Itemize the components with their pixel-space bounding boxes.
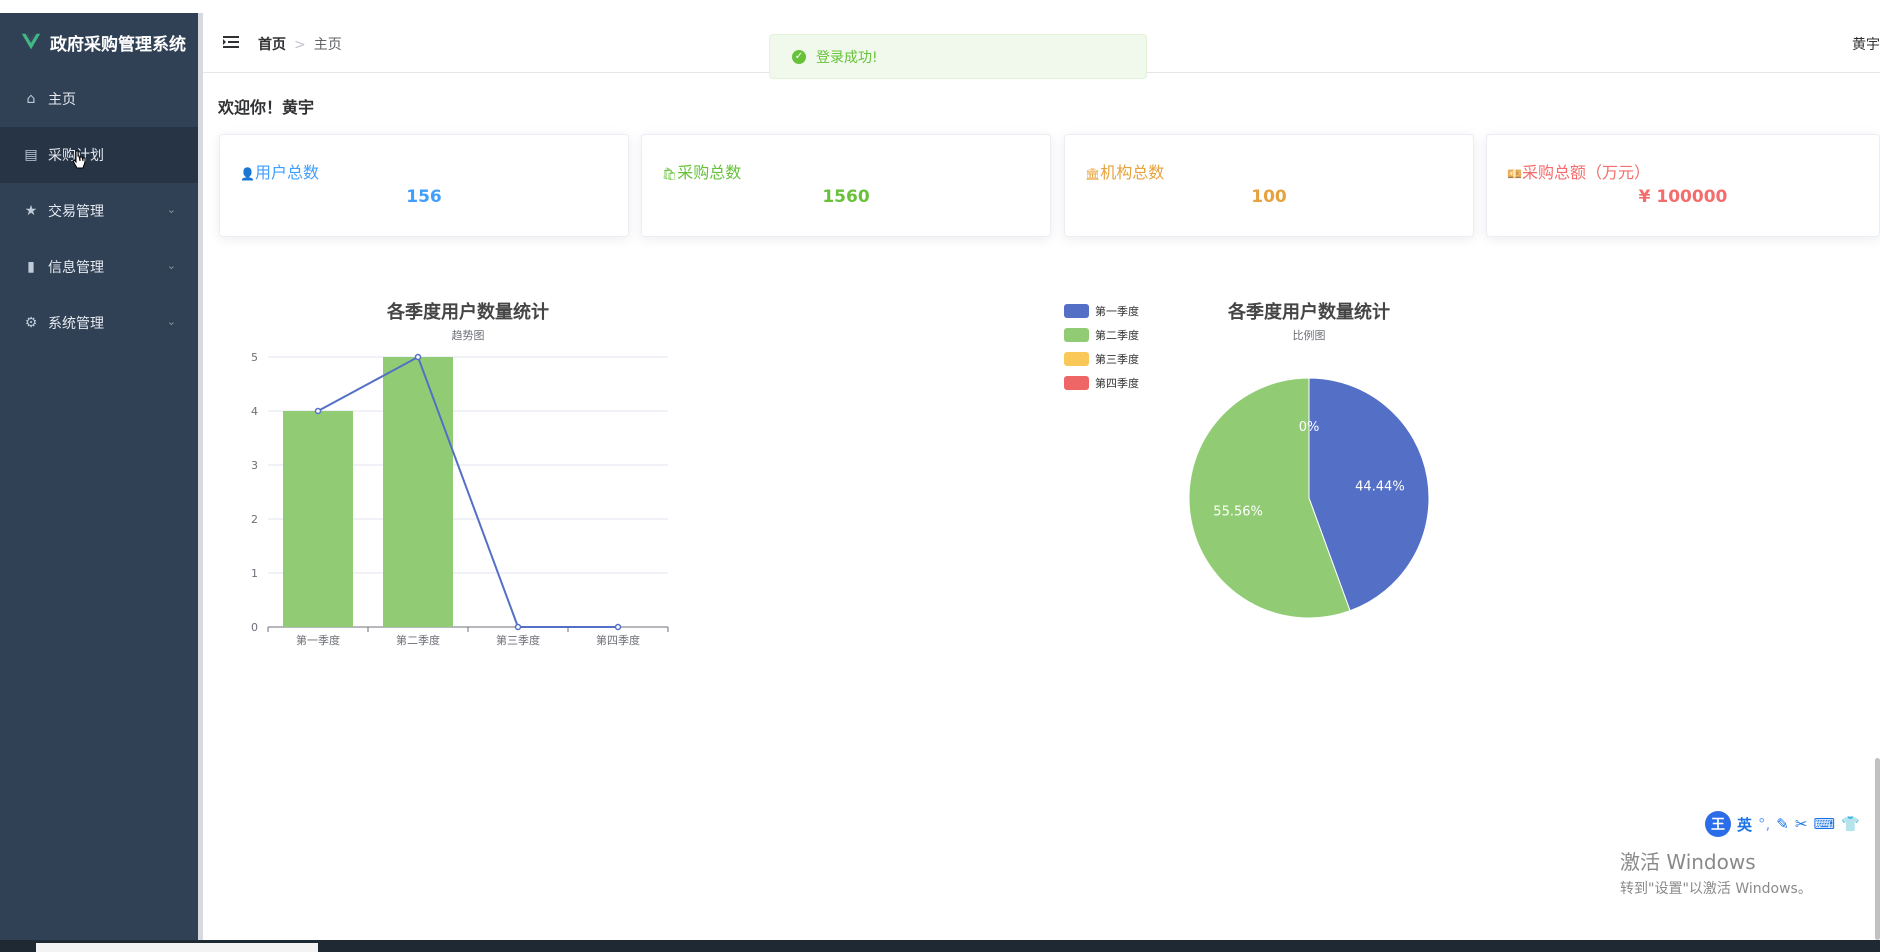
welcome-text: 欢迎你！黄宇 [218,98,315,117]
taskbar-search[interactable] [36,943,318,952]
bar [283,411,353,627]
bank-icon: 🏛 [1085,167,1101,181]
chevron-down-icon: ⌄ [166,203,176,216]
pie-chart: 第一季度第二季度第三季度第四季度 各季度用户数量统计比例图 44.44% 55.56%… [1064,301,1430,619]
y-tick-label: 4 [251,405,258,418]
vue-logo-icon [21,33,41,50]
ime-language[interactable]: 英 [1737,814,1752,835]
money-icon: 💴 [1507,167,1522,181]
home-icon: ⌂ [26,91,36,107]
login-success-toast: ✓ 登录成功! [769,34,1147,79]
windows-activation-watermark: 激活 Windows 转到"设置"以激活 Windows。 [1620,846,1812,898]
stat-card-value: 1560 [822,187,870,207]
user-icon: 👤 [240,167,255,181]
legend-label: 第二季度 [1095,328,1139,342]
bar-line-chart: 各季度用户数量统计趋势图 0 1 2 3 4 5 第一季度 第二季度 第三季度 第四季度 [251,301,669,647]
breadcrumb-home[interactable]: 首页 [258,37,286,53]
pie-label: 0% [1299,420,1320,435]
bar [383,357,453,627]
gear-icon: ⚙ [24,315,38,331]
sidebar-item-label: 交易管理 [48,204,104,220]
stat-card-value: 156 [406,187,442,207]
breadcrumb-current: 主页 [313,37,342,53]
stat-card-label: 采购总额（万元） [1521,163,1650,182]
bar-chart-icon: ▮ [27,259,35,275]
legend-swatch [1064,304,1089,318]
skin-icon[interactable]: 👕 [1841,815,1860,833]
y-tick-label: 5 [251,351,258,364]
line-point [414,353,422,361]
sidebar-item-2[interactable]: ★ 交易管理 ⌄ [0,183,198,239]
keyboard-icon[interactable]: ⌨ [1813,815,1835,833]
sidebar-item-label: 信息管理 [48,260,104,276]
y-tick-label: 0 [251,621,258,634]
chart-title: 各季度用户数量统计 [386,301,549,323]
stat-card-label: 采购总数 [677,163,742,182]
y-tick-label: 2 [251,513,258,526]
legend-swatch [1064,376,1089,390]
document-icon: ▤ [24,147,38,163]
line-point [514,623,522,631]
watermark-line2: 转到"设置"以激活 Windows。 [1620,881,1812,897]
y-tick-label: 3 [251,459,258,472]
x-tick-label: 第四季度 [596,633,640,647]
line-point [614,623,622,631]
user-name[interactable]: 黄宇 [1852,34,1880,54]
legend-swatch [1064,352,1089,366]
pie-label: 44.44% [1355,479,1405,494]
chevron-down-icon: ⌄ [166,315,176,328]
stat-card-value: ¥ 100000 [1638,187,1728,207]
browser-top-strip [0,0,1880,14]
pen-icon[interactable]: ✎ [1776,815,1789,833]
app-title: 政府采购管理系统 [50,34,186,55]
scissors-icon[interactable]: ✂ [1795,815,1808,833]
toast-message: 登录成功! [816,49,878,66]
x-tick-label: 第三季度 [496,633,540,647]
sidebar-item-4[interactable]: ⚙ 系统管理 ⌄ [0,295,198,351]
check-circle-icon: ✓ [792,49,806,64]
page-scrollbar[interactable] [1875,758,1880,940]
ime-logo-icon[interactable]: 王 [1705,811,1731,837]
pointer-cursor-icon [72,150,86,169]
stat-card-label: 用户总数 [254,163,319,182]
legend-label: 第四季度 [1095,376,1139,390]
line-point [314,407,322,415]
hamburger-icon[interactable] [223,35,239,49]
chart-subtitle: 比例图 [1293,328,1326,342]
series-line [317,355,618,628]
bag-icon: 🛍 [662,167,678,181]
x-tick-label: 第一季度 [296,633,340,647]
chevron-down-icon: ⌄ [166,259,176,272]
stat-card-value: 100 [1251,187,1287,207]
stat-card: 👤用户总数 156 [219,134,629,237]
sidebar-item-1[interactable]: ▤采购计划 [0,127,198,183]
pie-label: 55.56% [1213,505,1263,520]
ime-toolbar: 王 英 °, ✎ ✂ ⌨ 👕 [1705,810,1880,838]
watermark-line1: 激活 Windows [1620,850,1756,874]
stat-card-label: 机构总数 [1100,163,1165,182]
x-tick-label: 第二季度 [396,633,440,647]
sidebar: 政府采购管理系统 ⌂ 主页 ▤采购计划 ★ 交易管理 ⌄ ▮ 信息管理 ⌄ ⚙ 系统管理 ⌄ [0,13,198,940]
sidebar-item-label: 主页 [48,92,76,108]
legend-label: 第一季度 [1095,304,1139,318]
chart-subtitle: 趋势图 [452,329,485,342]
breadcrumb: 首页 > 主页 [258,37,342,53]
punctuation-icon[interactable]: °, [1758,815,1770,833]
legend-swatch [1064,328,1089,342]
stat-card: 🏛机构总数 100 [1064,134,1474,237]
sidebar-divider [198,13,203,940]
stat-card: 🛍采购总数 1560 [641,134,1051,237]
y-tick-label: 1 [251,567,258,580]
sidebar-item-label: 系统管理 [48,316,104,332]
sidebar-item-0[interactable]: ⌂ 主页 [0,71,198,127]
stat-card: 💴采购总额（万元） ¥ 100000 [1486,134,1880,237]
sidebar-item-3[interactable]: ▮ 信息管理 ⌄ [0,239,198,295]
legend-label: 第三季度 [1095,352,1139,366]
chart-title: 各季度用户数量统计 [1227,301,1390,323]
star-icon: ★ [24,203,38,219]
app-logo[interactable]: 政府采购管理系统 [0,13,198,71]
